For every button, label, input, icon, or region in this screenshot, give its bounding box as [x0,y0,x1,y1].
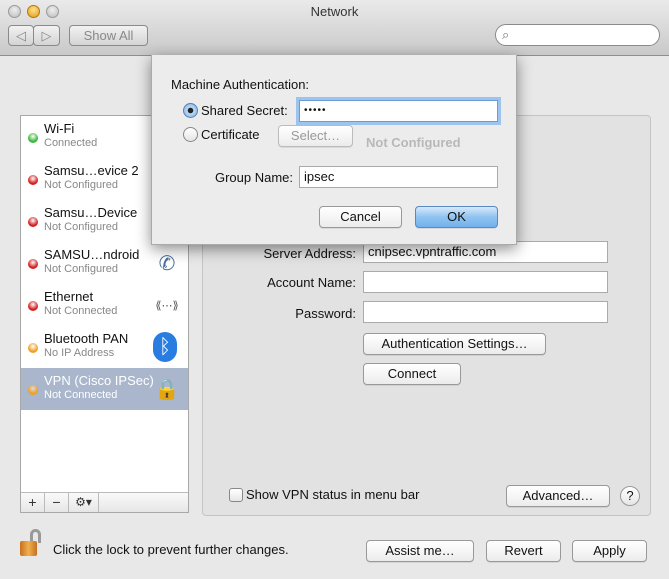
status-dot [28,259,38,269]
service-status: Not Connected [44,389,118,401]
status-dot [28,133,38,143]
shared-secret-input[interactable]: ••••• [299,100,498,122]
back-button[interactable]: ◁ [8,25,34,46]
status-dot [28,175,38,185]
service-name: Bluetooth PAN [44,331,129,346]
shared-secret-radio[interactable] [183,103,198,118]
show-all-button[interactable]: Show All [69,25,148,46]
status-text: Not Configured [366,135,461,150]
service-item[interactable]: Ethernet Not Connected ⟪⋯⟫ [21,284,188,326]
service-status: Connected [44,137,98,149]
apply-button[interactable]: Apply [572,540,647,562]
cancel-button[interactable]: Cancel [319,206,402,228]
service-name: Samsu…evice 2 [44,163,139,178]
gear-icon[interactable]: ⚙▾ [69,493,99,512]
lock-icon[interactable] [20,529,44,557]
service-item[interactable]: SAMSU…ndroid Not Configured ✆ [21,242,188,284]
service-name: VPN (Cisco IPSec) [44,373,154,388]
status-dot [28,301,38,311]
service-name: Samsu…Device [44,205,138,220]
shared-secret-label: Shared Secret: [201,103,288,118]
group-name-input[interactable]: ipsec [299,166,498,188]
certificate-label: Certificate [201,127,260,142]
service-status: Not Connected [44,305,118,317]
authentication-sheet: Machine Authentication: Shared Secret: •… [151,55,517,245]
advanced-button[interactable]: Advanced… [506,485,610,507]
ok-button[interactable]: OK [415,206,498,228]
service-name: Ethernet [44,289,94,304]
remove-service-button[interactable]: − [45,493,69,512]
window-title: Network [310,4,359,19]
show-vpn-status-checkbox[interactable] [229,488,243,502]
server-address-label: Server Address: [263,246,357,261]
password-input[interactable] [363,301,608,323]
lock-icon: 🔒 [154,378,180,401]
forward-button[interactable]: ▷ [33,25,60,46]
assist-me-button[interactable]: Assist me… [366,540,474,562]
select-certificate-button[interactable]: Select… [278,125,353,147]
account-name-input[interactable] [363,271,608,293]
add-service-button[interactable]: + [21,493,45,512]
ethernet-icon: ⟪⋯⟫ [155,299,179,312]
search-input[interactable]: ⌕ [495,24,660,46]
status-dot [28,385,38,395]
service-name: Wi-Fi [44,121,75,136]
show-vpn-status-label: Show VPN status in menu bar [246,487,420,502]
account-name-label: Account Name: [267,275,356,290]
service-status: Not Configured [44,263,118,275]
authentication-settings-button[interactable]: Authentication Settings… [363,333,546,355]
phone-icon: ✆ [158,252,176,275]
lock-message: Click the lock to prevent further change… [53,542,289,557]
group-name-label: Group Name: [214,170,293,185]
list-toolbar: + − ⚙▾ [21,492,188,512]
status-dot [28,343,38,353]
machine-authentication-heading: Machine Authentication: [171,77,310,92]
certificate-radio[interactable] [183,127,198,142]
status-dot [28,217,38,227]
service-item[interactable]: VPN (Cisco IPSec) Not Connected 🔒 [21,368,188,410]
bluetooth-icon: ᛒ [153,332,177,362]
help-button[interactable]: ? [620,486,640,506]
service-name: SAMSU…ndroid [44,247,140,262]
service-status: Not Configured [44,179,118,191]
password-label: Password: [295,306,356,321]
service-item[interactable]: Bluetooth PAN No IP Address ᛒ [21,326,188,368]
service-status: Not Configured [44,221,118,233]
title-bar: Network ◁ ▷ Show All ⌕ [0,0,669,56]
service-status: No IP Address [44,347,115,359]
connect-button[interactable]: Connect [363,363,461,385]
magnifier-icon: ⌕ [502,27,510,42]
revert-button[interactable]: Revert [486,540,561,562]
